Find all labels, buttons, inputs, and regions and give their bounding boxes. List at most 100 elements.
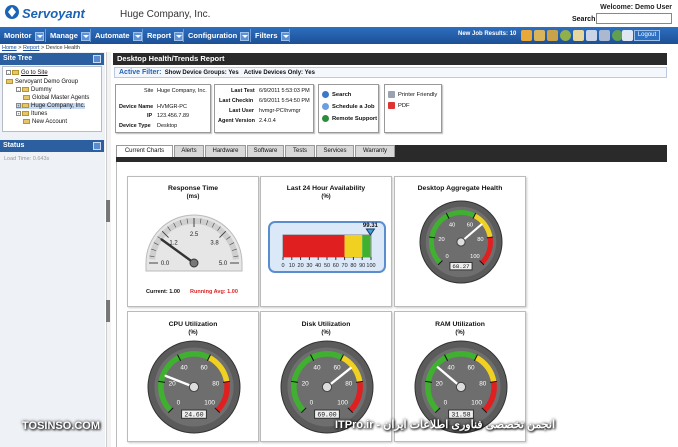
collapse-icon[interactable] bbox=[93, 55, 101, 63]
printer-icon bbox=[388, 91, 395, 98]
logo-icon bbox=[5, 5, 19, 19]
site-tree: - Go to Site Servoyant Demo Group - Dummy … bbox=[2, 66, 102, 132]
tree-item[interactable]: - Dummy bbox=[16, 87, 52, 93]
pdf-action[interactable]: PDF bbox=[388, 102, 410, 109]
tree-item[interactable]: Global Master Agents bbox=[16, 95, 89, 101]
status-header[interactable]: Status bbox=[0, 140, 104, 152]
nav-monitor[interactable]: Monitor bbox=[0, 29, 44, 42]
app-logo[interactable]: Servoyant bbox=[22, 6, 85, 21]
company-name: Huge Company, Inc. bbox=[120, 9, 211, 20]
bar-tick-label: 0 bbox=[281, 263, 284, 269]
card-title: RAM Utilization bbox=[435, 321, 485, 328]
gauge-hub bbox=[456, 237, 466, 247]
gauge-tick-label: 100 bbox=[337, 400, 348, 407]
card-unit: (%) bbox=[321, 194, 331, 200]
collapse-icon[interactable] bbox=[93, 142, 101, 150]
splitter-handle[interactable] bbox=[106, 200, 110, 222]
bar-tick-label: 100 bbox=[366, 263, 375, 269]
goto-site-link[interactable]: - Go to Site bbox=[6, 70, 48, 76]
monitor-icon[interactable] bbox=[586, 30, 597, 41]
card-title: CPU Utilization bbox=[168, 321, 218, 328]
bar-tick-label: 30 bbox=[306, 263, 312, 269]
settings-icon[interactable] bbox=[622, 30, 633, 41]
nav-configuration[interactable]: Configuration bbox=[184, 29, 250, 42]
gauge-readout: 69.00 bbox=[317, 411, 336, 418]
remote-icon bbox=[322, 115, 329, 122]
bar-fill-segment bbox=[283, 235, 345, 257]
bar-tick-label: 90 bbox=[359, 263, 365, 269]
export-box: Printer Friendly PDF bbox=[384, 84, 442, 133]
printer-friendly-action[interactable]: Printer Friendly bbox=[388, 91, 437, 98]
refresh-icon[interactable] bbox=[521, 30, 532, 41]
bar-tick-label: 80 bbox=[350, 263, 356, 269]
gauge-tick-label: 80 bbox=[345, 381, 353, 388]
gauge-tick-label: 100 bbox=[470, 254, 480, 260]
tree-item[interactable]: New Account bbox=[16, 119, 67, 125]
tree-item[interactable]: + Itunes bbox=[16, 111, 47, 117]
search-icon bbox=[322, 91, 329, 98]
breadcrumb-home[interactable]: Home bbox=[2, 45, 17, 51]
device-info-box: Site Huge Company, Inc. Device Name HVMG… bbox=[115, 84, 211, 133]
gauge-tick-label: 0 bbox=[444, 400, 448, 407]
running-average: Running Avg: 1.00 bbox=[190, 289, 238, 295]
globe-icon[interactable] bbox=[560, 30, 571, 41]
gauge-tick-label: 0.0 bbox=[161, 261, 170, 267]
active-filter-bar: Active Filter: Show Device Groups: Yes A… bbox=[114, 67, 667, 78]
top-header: Servoyant Huge Company, Inc. Welcome: De… bbox=[0, 0, 678, 27]
window-icon[interactable] bbox=[599, 30, 610, 41]
response-time-gauge: 0.01.22.53.85.0 bbox=[145, 214, 243, 272]
gauge-tick-label: 2.5 bbox=[190, 232, 199, 238]
tree-item[interactable]: Servoyant Demo Group bbox=[6, 79, 78, 85]
gauge-tick-label: 40 bbox=[313, 364, 321, 371]
cpu-utilization-card: CPU Utilization (%) 0 20 40 60 80 100 24.60 bbox=[127, 311, 259, 442]
breadcrumb: Home > Report > Device Health bbox=[2, 45, 80, 51]
chevron-down-icon bbox=[132, 31, 142, 41]
breadcrumb-report[interactable]: Report bbox=[23, 45, 40, 51]
gauge-tick-label: 20 bbox=[302, 381, 310, 388]
cpu-gauge: 0 20 40 60 80 10024.60 bbox=[147, 340, 241, 434]
search-action[interactable]: Search bbox=[322, 91, 351, 98]
card-title: Desktop Aggregate Health bbox=[417, 185, 503, 192]
gauge-tick-label: 60 bbox=[467, 222, 473, 228]
search-label: Search: bbox=[572, 16, 598, 23]
schedule-job-action[interactable]: Schedule a Job bbox=[322, 103, 375, 110]
bar-tick-label: 10 bbox=[289, 263, 295, 269]
gauge-tick-label: 40 bbox=[449, 222, 455, 228]
aggregate-health-card: Desktop Aggregate Health 0 20 40 60 80 100 68.… bbox=[394, 176, 526, 307]
nav-report[interactable]: Report bbox=[143, 29, 184, 42]
card-title: Disk Utilization bbox=[301, 321, 351, 328]
gauge-tick-label: 40 bbox=[447, 364, 455, 371]
watermark-left: TOSINSO.COM bbox=[22, 420, 101, 432]
search-input[interactable] bbox=[596, 13, 672, 24]
new-job-results[interactable]: New Job Results: 10 bbox=[458, 31, 516, 37]
splitter[interactable] bbox=[106, 52, 111, 447]
card-unit: (%) bbox=[188, 330, 198, 336]
gauge-tick-label: 60 bbox=[333, 364, 341, 371]
page-title: Desktop Health/Trends Report bbox=[113, 53, 667, 65]
timing-info-box: Last Test 6/9/2011 5:53:03 PM Last Check… bbox=[214, 84, 314, 133]
chevron-down-icon bbox=[174, 31, 184, 41]
tree-item-selected[interactable]: + Huge Company, Inc. bbox=[16, 103, 86, 110]
card-unit: (%) bbox=[455, 330, 465, 336]
calendar-icon bbox=[322, 103, 329, 110]
folder-icon[interactable] bbox=[547, 30, 558, 41]
gauge-tick-label: 20 bbox=[438, 237, 444, 243]
gauge-readout: 24.60 bbox=[184, 411, 203, 418]
gauge-tick-label: 60 bbox=[200, 364, 208, 371]
document-icon[interactable] bbox=[573, 30, 584, 41]
gauge-hub bbox=[455, 381, 467, 393]
bar-tick-label: 60 bbox=[333, 263, 339, 269]
site-tree-header[interactable]: Site Tree bbox=[0, 53, 104, 65]
actions-box: Search Schedule a Job Remote Support bbox=[318, 84, 379, 133]
logout-button[interactable]: Logout bbox=[634, 30, 660, 41]
gauge-readout: 68.27 bbox=[452, 263, 469, 270]
nav-automate[interactable]: Automate bbox=[91, 29, 142, 42]
remote-support-action[interactable]: Remote Support bbox=[322, 115, 377, 122]
aggregate-health-gauge: 0 20 40 60 80 10068.27 bbox=[419, 200, 503, 284]
gauge-tick-label: 20 bbox=[169, 381, 177, 388]
card-title: Last 24 Hour Availability bbox=[286, 185, 366, 192]
box-icon[interactable] bbox=[534, 30, 545, 41]
splitter-handle[interactable] bbox=[106, 300, 110, 322]
nav-manage[interactable]: Manage bbox=[46, 29, 90, 42]
nav-filters[interactable]: Filters bbox=[251, 29, 290, 42]
